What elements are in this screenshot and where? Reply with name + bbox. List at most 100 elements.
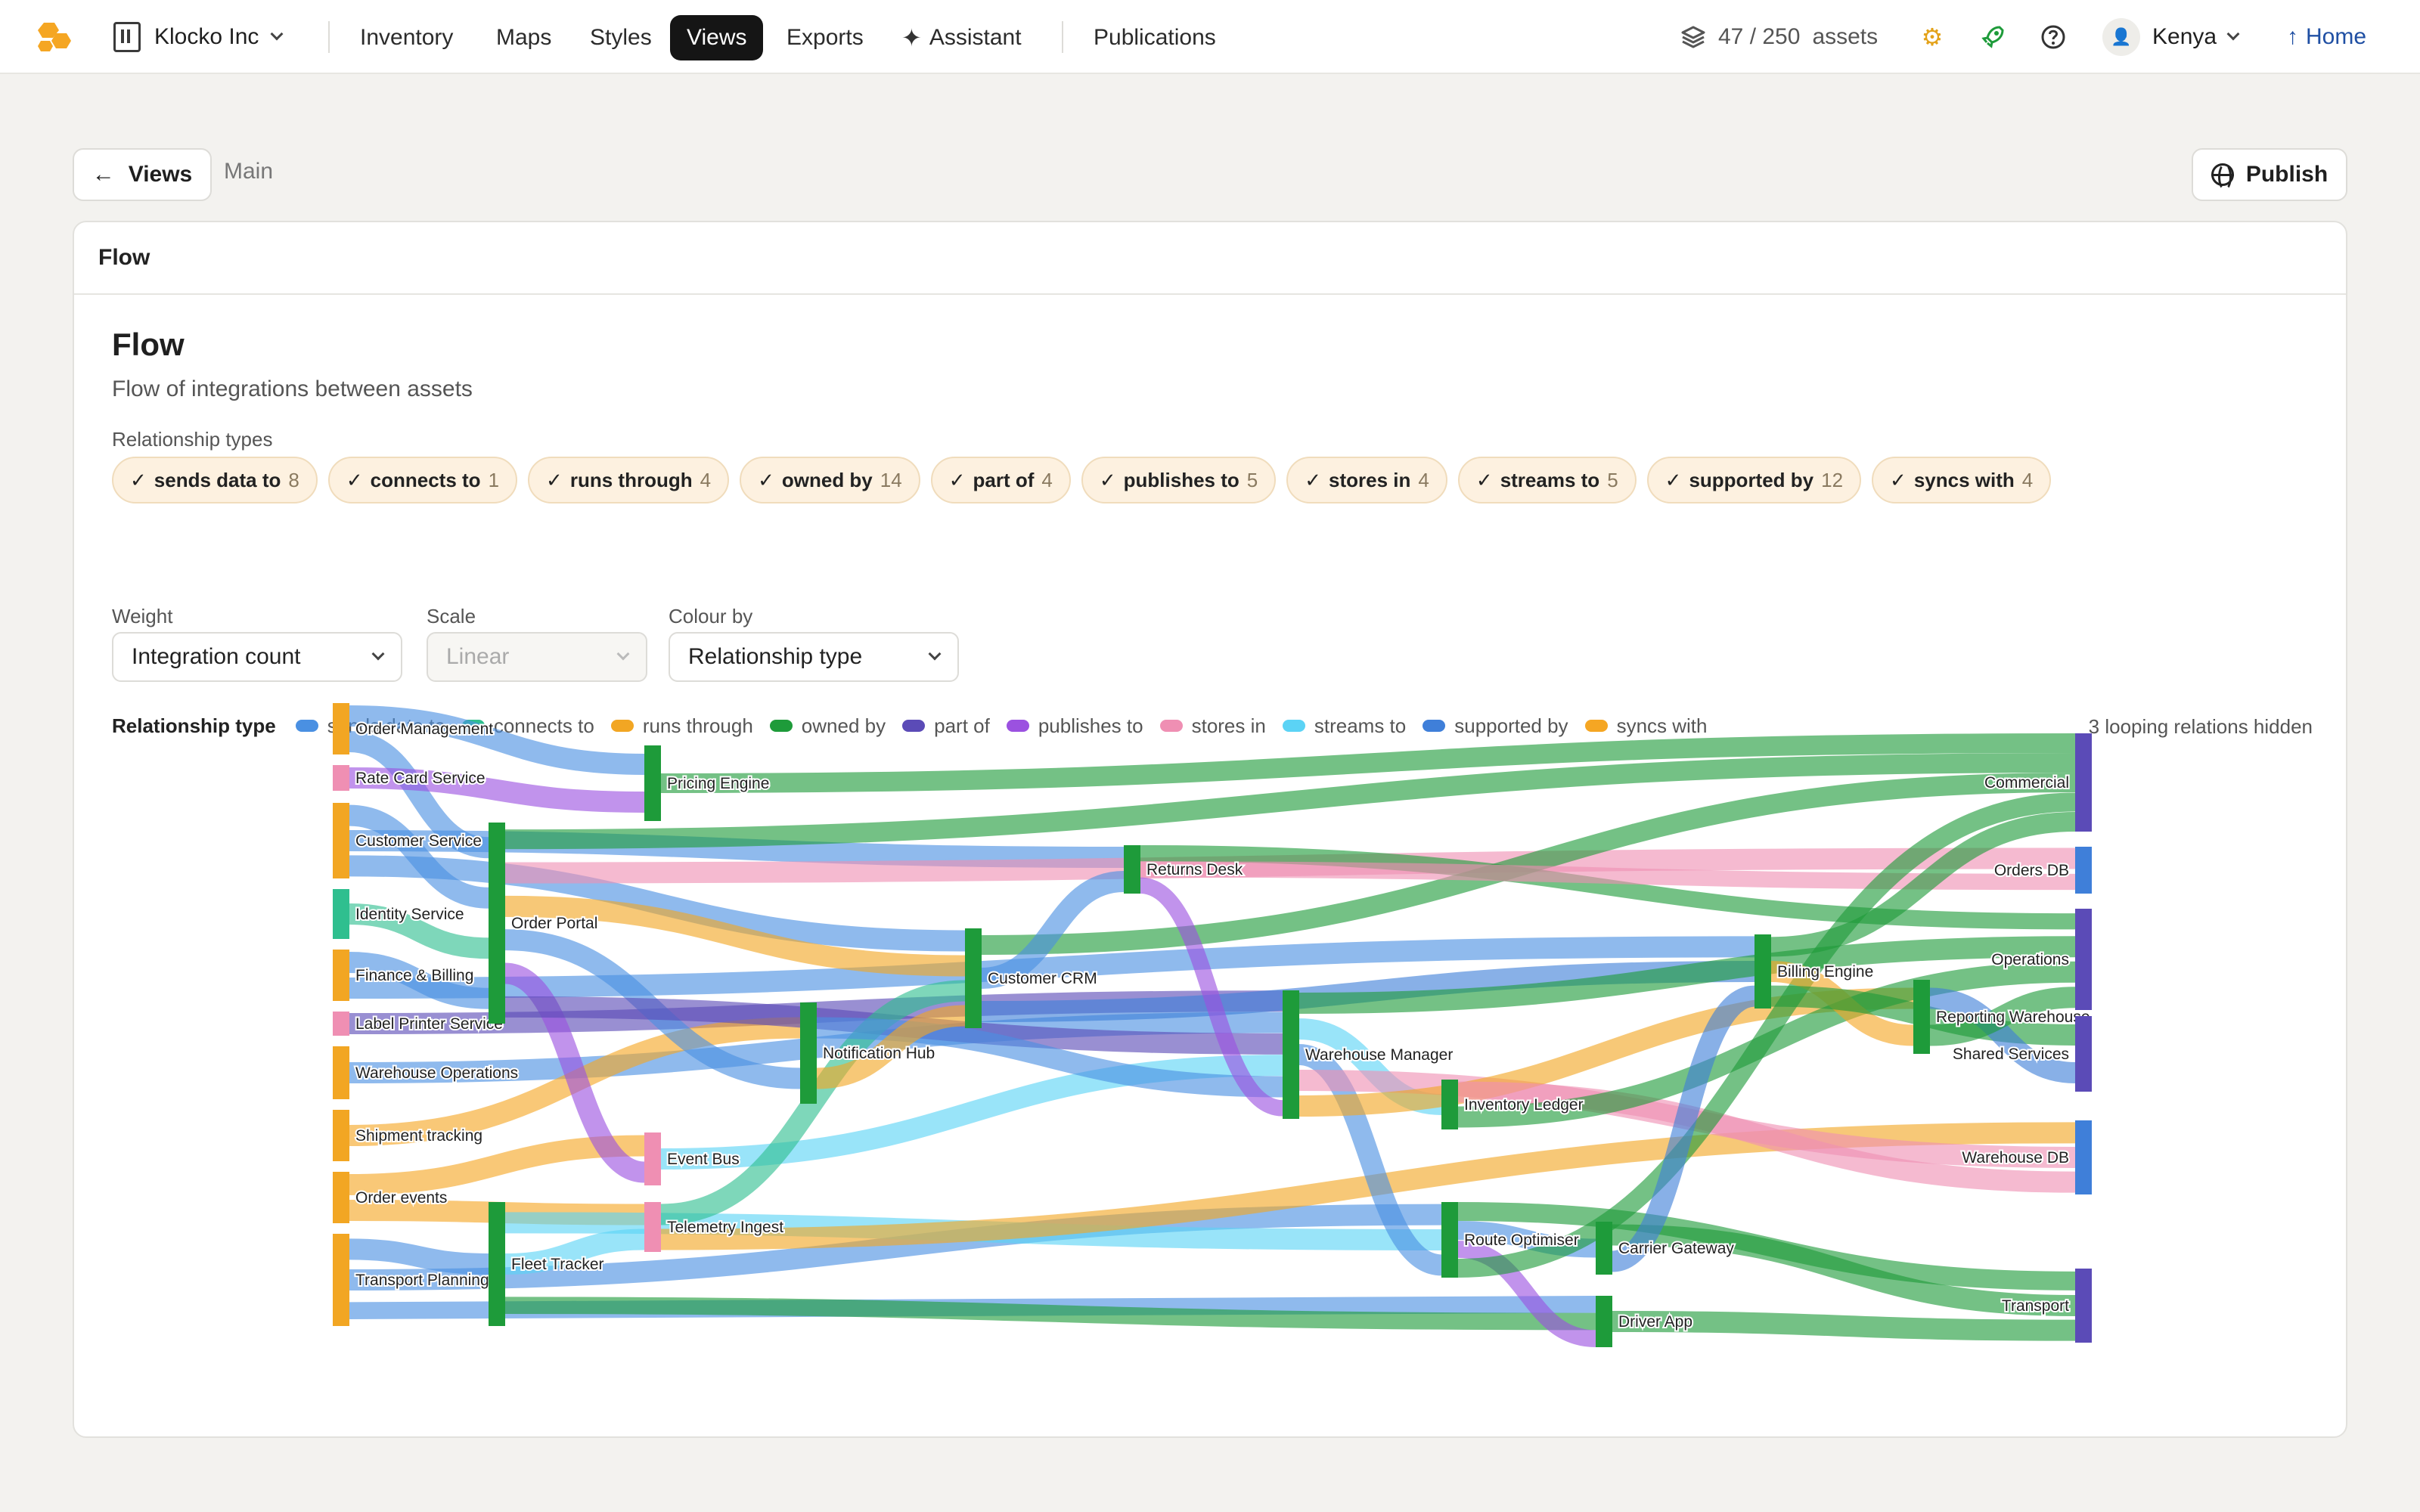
sankey-node-orders-db[interactable]: [2075, 847, 2092, 894]
sankey-node-billing-engine[interactable]: [1754, 934, 1771, 1009]
sankey-node-label: Warehouse Manager: [1305, 1046, 1453, 1064]
avatar-icon: 👤: [2102, 18, 2140, 56]
nav-item-publications[interactable]: Publications: [1077, 15, 1233, 60]
help-icon[interactable]: [2039, 23, 2068, 51]
back-button-label: Views: [128, 162, 193, 187]
sankey-node-customer-crm[interactable]: [965, 928, 982, 1028]
sankey-node-label: Warehouse Operations: [355, 1064, 518, 1082]
sankey-node-label: Warehouse DB: [1962, 1149, 2069, 1167]
sankey-node-transport-planning[interactable]: [333, 1234, 349, 1326]
sankey-node-label: Order events: [355, 1189, 447, 1207]
sankey-node-label: Transport: [2002, 1297, 2069, 1315]
home-link[interactable]: ↑ Home: [2287, 20, 2366, 54]
nav-item-label: Publications: [1094, 25, 1216, 50]
globe-icon: [2211, 163, 2234, 191]
sankey-node-rate-card-service[interactable]: [333, 765, 349, 791]
sankey-node-event-bus[interactable]: [644, 1132, 661, 1185]
nav-item-label: Views: [687, 25, 747, 50]
sankey-node-label: Driver App: [1618, 1313, 1692, 1331]
home-label: Home: [2306, 24, 2367, 49]
user-menu[interactable]: 👤 Kenya: [2102, 18, 2240, 56]
sankey-node-warehouse-operations[interactable]: [333, 1046, 349, 1099]
publish-label: Publish: [2245, 162, 2328, 187]
sparkle-icon: ✦: [901, 24, 922, 51]
building-icon: [113, 22, 141, 52]
arrow-up-icon: ↑: [2287, 24, 2298, 49]
sankey-node-returns-desk[interactable]: [1124, 845, 1140, 894]
sankey-node-label: Rate Card Service: [355, 770, 486, 787]
sankey-node-route-optimiser[interactable]: [1441, 1202, 1458, 1278]
asset-count: 47 / 250: [1718, 24, 1801, 49]
sankey-node-label: Transport Planning: [355, 1272, 489, 1289]
sankey-node-order-events[interactable]: [333, 1172, 349, 1223]
sankey-node-warehouse-manager[interactable]: [1283, 990, 1299, 1119]
nav-item-label: Inventory: [360, 25, 454, 50]
sankey-node-shared-services[interactable]: [2075, 1016, 2092, 1092]
sankey-chart: Order Management Rate Card Service Custome…: [333, 703, 2092, 1348]
sankey-node-driver-app[interactable]: [1596, 1296, 1612, 1347]
chevron-down-icon: [2226, 27, 2240, 41]
app-logo-icon[interactable]: [36, 21, 73, 53]
sankey-node-label-printer-service[interactable]: [333, 1012, 349, 1036]
sankey-node-label: Carrier Gateway: [1618, 1240, 1734, 1257]
sankey-node-operations[interactable]: [2075, 909, 2092, 1010]
org-name: Klocko Inc: [154, 24, 259, 49]
sankey-node-label: Pricing Engine: [667, 775, 769, 792]
sankey-node-label: Orders DB: [1994, 862, 2069, 879]
sankey-node-label: Telemetry Ingest: [667, 1219, 783, 1236]
sankey-node-label: Returns Desk: [1146, 861, 1243, 878]
user-name: Kenya: [2152, 24, 2217, 49]
sankey-node-warehouse-db[interactable]: [2075, 1120, 2092, 1194]
nav-divider: [1062, 21, 1063, 53]
nav-item-label: Exports: [786, 25, 864, 50]
sankey-node-order-portal[interactable]: [489, 823, 505, 1024]
sankey-node-commercial[interactable]: [2075, 733, 2092, 832]
asset-count-label: assets: [1812, 24, 1879, 49]
layers-icon: [1681, 26, 1705, 48]
flow-card: Flow Flow of integrations between assets…: [74, 295, 2346, 1436]
sankey-node-transport[interactable]: [2075, 1269, 2092, 1343]
sankey-node-label: Identity Service: [355, 906, 464, 923]
sankey-node-pricing-engine[interactable]: [644, 745, 661, 821]
sankey-node-telemetry-ingest[interactable]: [644, 1202, 661, 1252]
nav-item-styles[interactable]: Styles: [573, 15, 669, 60]
sankey-node-inventory-ledger[interactable]: [1441, 1080, 1458, 1129]
nav-item-views[interactable]: Views: [670, 15, 764, 60]
sankey-node-fleet-tracker[interactable]: [489, 1202, 505, 1326]
publish-button[interactable]: Publish: [2192, 148, 2347, 201]
flow-panel: Flow Flow Flow of integrations between a…: [73, 221, 2347, 1438]
sankey-node-finance-billing[interactable]: [333, 950, 349, 1001]
sankey-node-label: Shipment tracking: [355, 1127, 482, 1145]
sankey-node-label: Inventory Ledger: [1464, 1096, 1584, 1114]
top-navigation-bar: Klocko Inc Inventory Maps Styles Views Expor…: [0, 0, 2420, 74]
sankey-node-shipment-tracking[interactable]: [333, 1110, 349, 1161]
sankey-node-notification-hub[interactable]: [800, 1002, 817, 1104]
sankey-node-label: Route Optimiser: [1464, 1232, 1579, 1249]
nav-item-exports[interactable]: Exports: [770, 15, 880, 60]
sankey-link[interactable]: [349, 1238, 489, 1275]
sankey-node-label: Operations: [1991, 951, 2069, 968]
arrow-left-icon: ←: [92, 162, 115, 187]
nav-item-label: Styles: [590, 25, 652, 50]
sankey-node-order-management[interactable]: [333, 703, 349, 754]
settings-gear-icon[interactable]: ⚙: [1918, 23, 1947, 51]
nav-item-maps[interactable]: Maps: [479, 15, 568, 60]
sankey-node-carrier-gateway[interactable]: [1596, 1222, 1612, 1275]
sankey-node-reporting-warehouse[interactable]: [1913, 980, 1930, 1054]
org-switcher[interactable]: Klocko Inc: [113, 20, 284, 54]
asset-usage[interactable]: 47 / 250 assets: [1680, 20, 1878, 54]
panel-tab-flow[interactable]: Flow: [74, 222, 2346, 295]
nav-item-inventory[interactable]: Inventory: [343, 15, 470, 60]
nav-item-assistant[interactable]: ✦ Assistant: [885, 15, 1038, 60]
sankey-node-identity-service[interactable]: [333, 889, 349, 939]
rocket-icon[interactable]: [1978, 23, 2007, 51]
sankey-node-label: Finance & Billing: [355, 967, 473, 984]
sankey-node-label: Reporting Warehouse: [1936, 1009, 2090, 1026]
nav-divider: [328, 21, 330, 53]
back-to-views-button[interactable]: ← Views: [73, 148, 212, 201]
sankey-node-label: Order Portal: [511, 915, 597, 932]
sankey-node-label: Fleet Tracker: [511, 1256, 604, 1273]
sankey-node-customer-service[interactable]: [333, 803, 349, 878]
sankey-node-label: Notification Hub: [823, 1045, 935, 1062]
sankey-node-label: Customer CRM: [988, 970, 1097, 987]
